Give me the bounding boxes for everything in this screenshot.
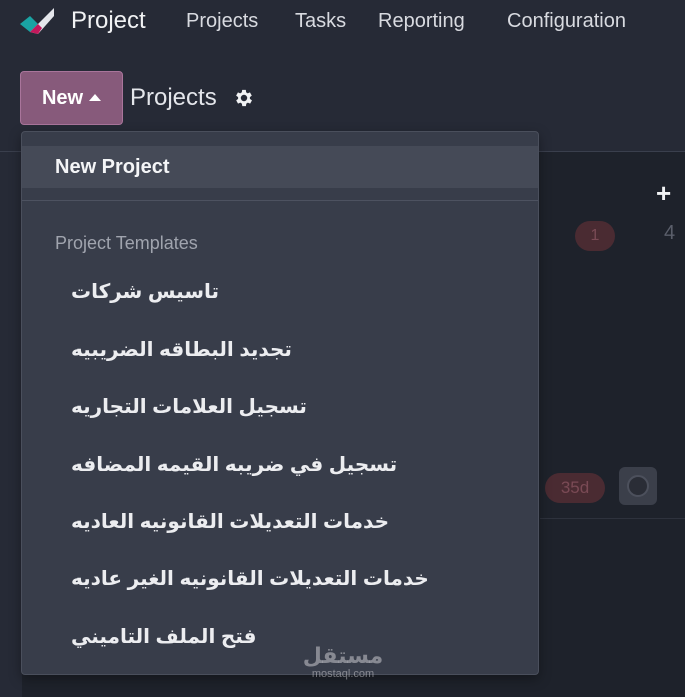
project-logo-icon[interactable]: [18, 6, 56, 36]
template-label: تاسيس شركات: [71, 280, 220, 303]
avatar-icon: [627, 475, 649, 497]
template-item[interactable]: تاسيس شركات: [22, 271, 538, 311]
status-badge: 1: [575, 221, 615, 251]
new-button-label: New: [41, 86, 84, 109]
template-item[interactable]: خدمات التعديلات القانونيه العاديه: [22, 501, 538, 541]
template-label: فتح الملف التاميني: [71, 625, 257, 648]
watermark-latin: mostaql.com: [311, 668, 375, 680]
app-title[interactable]: Project: [71, 7, 146, 35]
gear-icon[interactable]: [233, 87, 255, 109]
template-item[interactable]: تسجيل في ضريبه القيمه المضافه: [22, 444, 538, 484]
new-dropdown-menu: New Project Project Templates تاسيس شركا…: [21, 131, 539, 675]
template-item[interactable]: تجديد البطاقه الضريبيه: [22, 329, 538, 369]
template-label: تجديد البطاقه الضريبيه: [71, 338, 292, 361]
content-left-gutter: [0, 152, 22, 697]
template-label: تسجيل العلامات التجاريه: [71, 395, 307, 418]
card-divider: [540, 518, 685, 519]
add-column-icon[interactable]: +: [656, 178, 671, 209]
dropdown-divider: [22, 200, 538, 201]
nav-item-reporting[interactable]: Reporting: [378, 10, 465, 33]
column-count: 4: [664, 222, 676, 244]
nav-item-projects[interactable]: Projects: [186, 10, 258, 33]
template-item[interactable]: تسجيل العلامات التجاريه: [22, 386, 538, 426]
template-label: خدمات التعديلات القانونيه العاديه: [71, 510, 389, 533]
templates-section-header: Project Templates: [55, 233, 198, 253]
template-label: تسجيل في ضريبه القيمه المضافه: [71, 453, 398, 476]
breadcrumb: Projects: [130, 84, 217, 111]
top-navbar: Project Projects Tasks Reporting Configu…: [0, 0, 685, 45]
watermark: مستقل mostaql.com: [298, 645, 388, 687]
new-button[interactable]: New: [20, 71, 123, 125]
new-project-item[interactable]: New Project: [22, 146, 538, 188]
template-label: خدمات التعديلات القانونيه الغير عاديه: [71, 567, 429, 590]
caret-up-icon: [89, 93, 102, 101]
app-root: Project Projects Tasks Reporting Configu…: [0, 0, 685, 697]
nav-item-configuration[interactable]: Configuration: [507, 10, 626, 33]
nav-item-tasks[interactable]: Tasks: [295, 10, 346, 33]
template-item[interactable]: خدمات التعديلات القانونيه الغير عاديه: [22, 558, 538, 598]
watermark-arabic: مستقل: [302, 643, 384, 668]
template-item[interactable]: فتح الملف التاميني: [22, 616, 538, 656]
avatar[interactable]: [619, 467, 657, 505]
deadline-badge: 35d: [545, 473, 605, 503]
